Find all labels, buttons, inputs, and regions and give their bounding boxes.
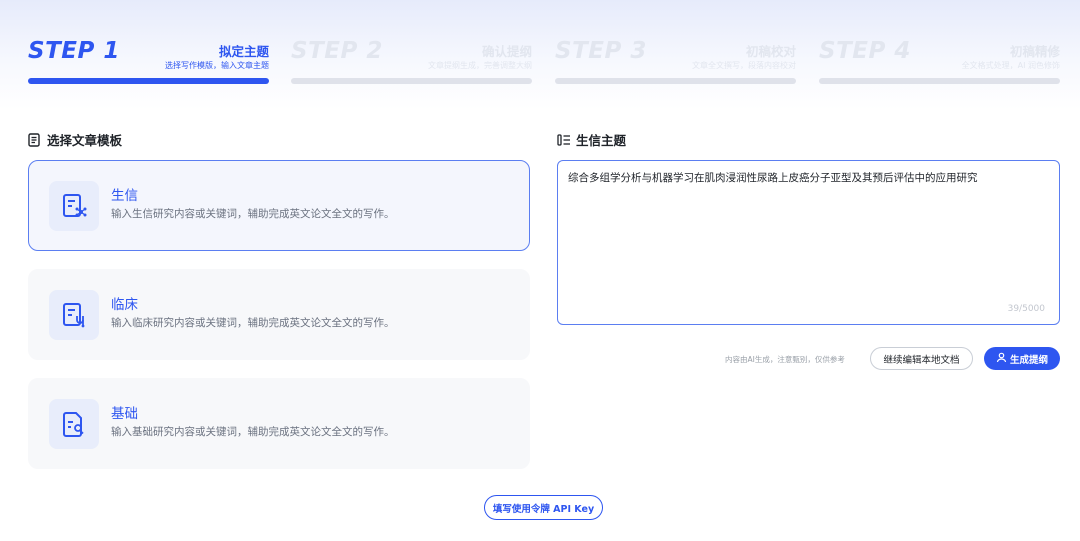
basic-research-icon	[49, 399, 99, 449]
topic-input-value: 综合多组学分析与机器学习在肌肉浸润性尿路上皮癌分子亚型及其预后评估中的应用研究	[568, 172, 978, 184]
step-4-title: 初稿精修	[1009, 44, 1060, 59]
bioinformatics-icon	[49, 181, 99, 231]
step-1-desc: 选择写作模版，输入文章主题	[165, 61, 269, 70]
step-3: STEP 3 初稿校对 文章全文撰写，段落内容校对	[555, 38, 796, 86]
step-3-progress-bar	[555, 78, 796, 84]
card-title: 生信	[111, 188, 138, 204]
template-section-label: 选择文章模板	[47, 133, 123, 148]
continue-edit-local-button[interactable]: 继续编辑本地文档	[870, 347, 973, 370]
step-2-title: 确认提纲	[481, 44, 532, 59]
step-4: STEP 4 初稿精修 全文格式处理，AI 润色修饰	[819, 38, 1060, 86]
topic-section-title: 生信主题	[557, 130, 626, 149]
template-card-clinical[interactable]: 临床 输入临床研究内容或关键词，辅助完成英文论文全文的写作。	[28, 269, 530, 360]
template-card-basic[interactable]: 基础 输入基础研究内容或关键词，辅助完成英文论文全文的写作。	[28, 378, 530, 469]
ai-disclaimer: 内容由AI生成，注意甄别，仅供参考	[725, 355, 845, 364]
card-title: 临床	[111, 297, 138, 313]
step-2-progress-bar	[291, 78, 532, 84]
card-title: 基础	[111, 406, 138, 422]
generate-outline-button[interactable]: 生成提纲	[984, 347, 1060, 370]
clinical-icon	[49, 290, 99, 340]
generate-outline-label: 生成提纲	[1009, 354, 1048, 366]
step-3-number: STEP 3	[555, 38, 647, 64]
user-doc-icon	[996, 352, 1007, 366]
step-1-title: 拟定主题	[218, 44, 269, 59]
step-3-title: 初稿校对	[745, 44, 796, 59]
step-4-number: STEP 4	[819, 38, 911, 64]
card-desc: 输入生信研究内容或关键词，辅助完成英文论文全文的写作。	[111, 208, 395, 220]
card-desc: 输入临床研究内容或关键词，辅助完成英文论文全文的写作。	[111, 317, 395, 329]
step-3-desc: 文章全文撰写，段落内容校对	[692, 61, 796, 70]
step-2: STEP 2 确认提纲 文章提纲生成，完善调整大纲	[291, 38, 532, 86]
card-desc: 输入基础研究内容或关键词，辅助完成英文论文全文的写作。	[111, 426, 395, 438]
step-progress: STEP 1 拟定主题 选择写作模版，输入文章主题 STEP 2 确认提纲 文章…	[28, 38, 1060, 86]
step-4-desc: 全文格式处理，AI 润色修饰	[961, 61, 1060, 70]
step-2-desc: 文章提纲生成，完善调整大纲	[428, 61, 532, 70]
template-section-title: 选择文章模板	[28, 130, 122, 149]
step-4-progress-bar	[819, 78, 1060, 84]
api-key-button[interactable]: 填写使用令牌 API Key	[484, 495, 603, 520]
template-card-bioinformatics[interactable]: 生信 输入生信研究内容或关键词，辅助完成英文论文全文的写作。	[28, 160, 530, 251]
document-icon	[28, 132, 41, 147]
step-2-number: STEP 2	[291, 38, 383, 64]
character-counter: 39/5000	[1007, 304, 1045, 314]
topic-section-label: 生信主题	[576, 133, 627, 148]
list-icon	[557, 133, 570, 147]
api-key-label: 填写使用令牌 API Key	[492, 503, 595, 515]
topic-input[interactable]: 综合多组学分析与机器学习在肌肉浸润性尿路上皮癌分子亚型及其预后评估中的应用研究 …	[557, 160, 1060, 325]
step-1-progress-bar	[28, 78, 269, 84]
step-1: STEP 1 拟定主题 选择写作模版，输入文章主题	[28, 38, 269, 86]
continue-edit-label: 继续编辑本地文档	[883, 354, 960, 366]
step-1-number: STEP 1	[28, 38, 120, 64]
